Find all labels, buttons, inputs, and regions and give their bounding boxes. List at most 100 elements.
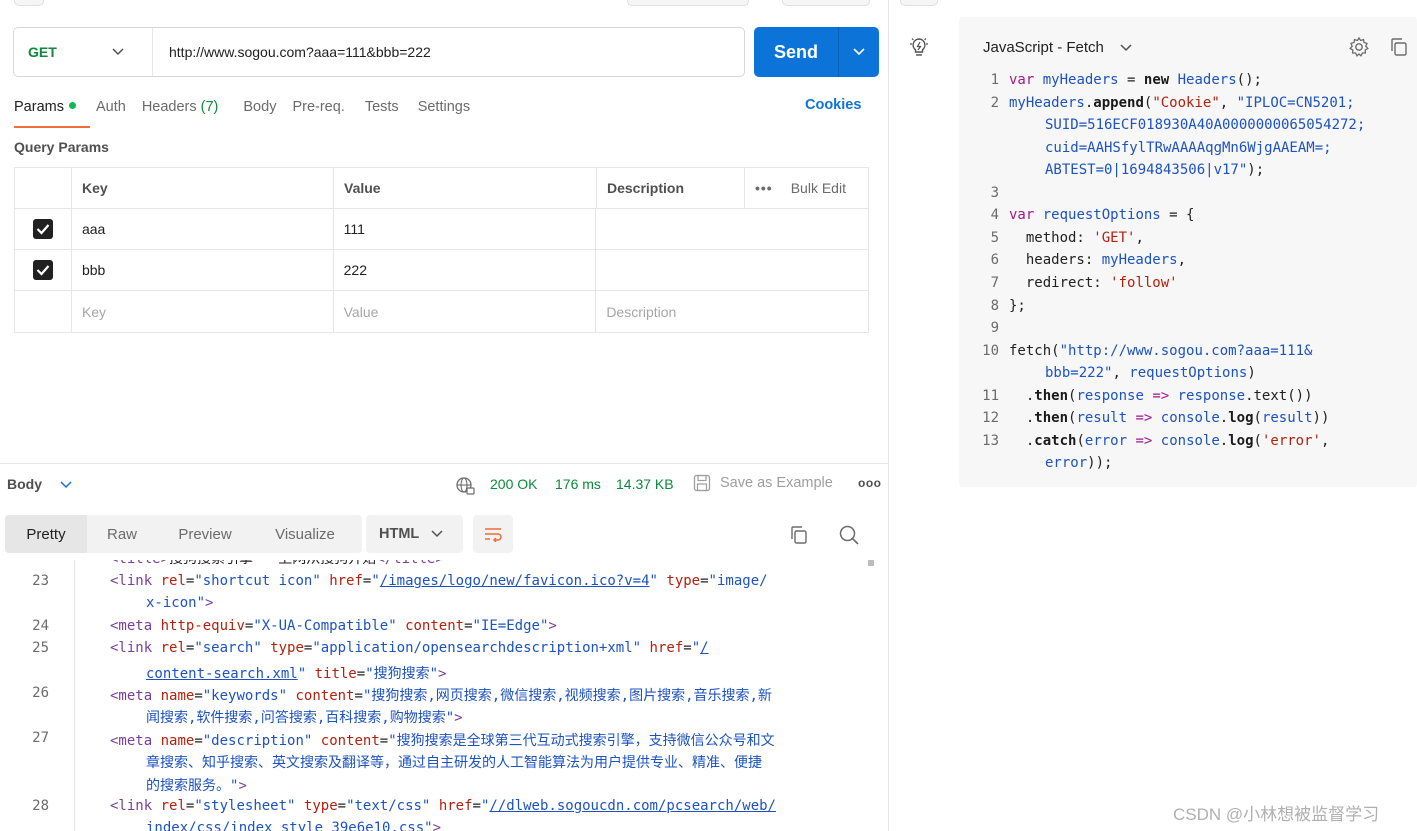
line-number: 8 [990, 298, 999, 314]
line-number: 6 [990, 252, 999, 268]
code-line: <link rel="search" type="application/ope… [110, 640, 709, 656]
tab-visualize[interactable]: Visualize [253, 515, 357, 553]
code-line: redirect: 'follow' [1009, 275, 1178, 291]
tab-auth[interactable]: Auth [96, 97, 126, 127]
tab-body[interactable]: Body [243, 97, 276, 127]
globe-icon[interactable] [455, 476, 475, 496]
response-more-icon[interactable]: ooo [858, 476, 882, 490]
code-line: <meta http-equiv="X-UA-Compatible" conte… [110, 618, 557, 634]
save-icon [693, 474, 711, 492]
wrap-lines-button[interactable] [473, 515, 513, 553]
line-number: 9 [990, 320, 999, 336]
line-number: 5 [990, 230, 999, 246]
params-active-dot [68, 102, 76, 109]
header-actions: ••• Bulk Edit [745, 168, 868, 208]
tab-raw[interactable]: Raw [87, 515, 157, 553]
gear-icon[interactable] [1348, 36, 1370, 58]
code-line: bbb=222", requestOptions) [1045, 365, 1256, 381]
tab-pretty[interactable]: Pretty [5, 515, 87, 553]
line-number: 4 [990, 207, 999, 223]
tab-tests[interactable]: Tests [365, 97, 399, 127]
method-select[interactable]: GET [14, 28, 153, 76]
top-stub-4 [900, 0, 938, 6]
params-header-row: Key Value Description ••• Bulk Edit [15, 168, 868, 209]
line-number: 3 [990, 185, 999, 201]
header-value: Value [334, 168, 597, 208]
tab-body-label: Body [243, 99, 277, 115]
line-number: 2 [990, 95, 999, 111]
chevron-down-icon [431, 530, 443, 538]
line-number: 10 [982, 343, 999, 359]
code-line: content-search.xml" title="搜狗搜索"> [146, 666, 447, 682]
table-row-empty: Key Value Description [15, 291, 868, 332]
line-number: 23 [32, 573, 49, 589]
scrollbar[interactable] [868, 560, 874, 566]
chevron-down-icon [60, 481, 72, 489]
param-value[interactable]: 222 [334, 250, 597, 290]
tab-prereq[interactable]: Pre-req. [292, 97, 344, 127]
code-line: 闻搜索,软件搜索,问答搜索,百科搜索,购物搜索"> [146, 710, 463, 726]
row-checkbox[interactable] [15, 209, 72, 249]
send-options-button[interactable] [838, 27, 879, 77]
query-params-label: Query Params [14, 139, 109, 155]
lightbulb-icon[interactable] [908, 36, 930, 58]
snippet-language-label: JavaScript - Fetch [983, 39, 1104, 56]
pane-divider-vertical[interactable] [888, 0, 889, 831]
snippet-language-select[interactable]: JavaScript - Fetch [983, 39, 1132, 56]
chevron-down-icon [853, 48, 865, 56]
format-select[interactable]: HTML [366, 515, 463, 553]
code-line: fetch("http://www.sogou.com?aaa=111& [1009, 343, 1313, 359]
response-time[interactable]: 176 ms [555, 476, 601, 492]
code-line: x-icon"> [146, 595, 214, 611]
param-description[interactable] [596, 209, 868, 249]
response-size[interactable]: 14.37 KB [616, 476, 674, 492]
line-number: 13 [982, 433, 999, 449]
url-input[interactable]: http://www.sogou.com?aaa=111&bbb=222 [153, 44, 431, 60]
key-placeholder[interactable]: Key [72, 291, 334, 332]
pane-divider-horizontal[interactable] [0, 463, 888, 464]
tab-headers[interactable]: Headers (7) [142, 97, 219, 127]
param-key[interactable]: bbb [72, 250, 334, 290]
tab-tests-label: Tests [364, 99, 399, 115]
code-line: cuid=AAHSfylTRwAAAAqgMn6WjgAAEAM=; [1045, 140, 1332, 156]
param-value[interactable]: 111 [334, 209, 597, 249]
tab-preview[interactable]: Preview [157, 515, 253, 553]
tab-params[interactable]: Params [14, 97, 90, 128]
code-line: method: 'GET', [1009, 230, 1144, 246]
params-table: Key Value Description ••• Bulk Edit aaa … [14, 167, 869, 333]
bulk-edit-link[interactable]: Bulk Edit [791, 180, 846, 196]
top-stub-1 [14, 0, 44, 6]
line-number: 7 [990, 275, 999, 291]
param-description[interactable] [596, 250, 868, 290]
description-placeholder[interactable]: Description [596, 291, 868, 332]
code-line: <link rel="shortcut icon" href="/images/… [110, 573, 768, 589]
value-placeholder[interactable]: Value [334, 291, 597, 332]
line-number: 22 [0, 560, 49, 564]
wrap-lines-icon [485, 528, 502, 542]
headers-count: (7) [200, 99, 219, 115]
code-line: index/css/index_style_39e6e10.css"> [146, 820, 442, 831]
response-body-select[interactable]: Body [7, 476, 72, 492]
param-key[interactable]: aaa [72, 209, 334, 249]
row-checkbox[interactable] [15, 250, 72, 290]
line-number: 12 [982, 410, 999, 426]
line-number: 27 [32, 730, 49, 746]
code-line: SUID=516ECF018930A40A0000000065054272; [1045, 117, 1366, 133]
code-line: myHeaders.append("Cookie", "IPLOC=CN5201… [1009, 95, 1355, 111]
code-line: <meta name="description" content="搜狗搜索是全… [110, 733, 775, 749]
tab-settings[interactable]: Settings [418, 97, 470, 127]
save-as-example-button[interactable]: Save as Example [720, 475, 833, 491]
status-code[interactable]: 200 OK [490, 476, 537, 492]
copy-icon[interactable] [789, 525, 809, 545]
watermark: CSDN @小林想被监督学习 [1173, 805, 1380, 824]
checkbox-checked-icon [32, 260, 53, 280]
response-code-view[interactable]: 22 <title>搜狗搜索引擎 - 上网从搜狗开始</title> 23 <l… [0, 560, 870, 831]
more-options-icon[interactable]: ••• [755, 180, 773, 196]
response-body-label: Body [7, 476, 42, 492]
send-button[interactable]: Send [754, 27, 838, 77]
copy-icon[interactable] [1389, 37, 1409, 57]
line-number: 1 [990, 72, 999, 88]
tab-settings-label: Settings [417, 99, 471, 115]
cookies-link[interactable]: Cookies [805, 97, 861, 113]
search-icon[interactable] [838, 524, 860, 546]
